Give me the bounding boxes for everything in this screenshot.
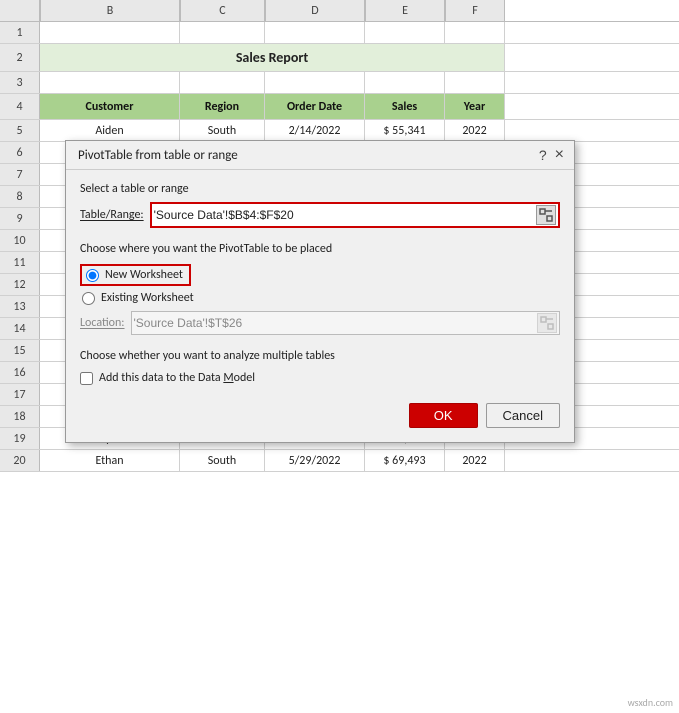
cell-1e: [365, 22, 445, 43]
cell-20c: South: [180, 450, 265, 471]
row-num-3: 3: [0, 72, 40, 93]
row-num-1: 1: [0, 22, 40, 43]
add-data-model-checkbox[interactable]: [80, 372, 93, 385]
cell-20f: 2022: [445, 450, 505, 471]
row-num-17: 17: [0, 384, 40, 405]
placement-label: Choose where you want the PivotTable to …: [80, 242, 560, 256]
header-orderdate: Order Date: [265, 94, 365, 119]
col-header-b: C: [180, 0, 265, 21]
cell-20e: $ 69,493: [365, 450, 445, 471]
row-num-5: 5: [0, 120, 40, 141]
row-3: 3: [0, 72, 679, 94]
row-1: 1: [0, 22, 679, 44]
table-range-label: Table/Range:: [80, 208, 144, 222]
location-input-wrap: [131, 311, 560, 335]
col-header-e: F: [445, 0, 505, 21]
spreadsheet: B C D E F 1 2 Sales Report 3 4 Customer …: [0, 0, 679, 713]
cell-3f: [445, 72, 505, 93]
select-table-label: Select a table or range: [80, 182, 560, 196]
cell-20d: 5/29/2022: [265, 450, 365, 471]
cell-3c: [180, 72, 265, 93]
row-num-16: 16: [0, 362, 40, 383]
cell-3d: [265, 72, 365, 93]
new-worksheet-option[interactable]: New Worksheet: [80, 264, 191, 286]
multiple-tables-label: Choose whether you want to analyze multi…: [80, 349, 560, 363]
col-header-c: D: [265, 0, 365, 21]
range-input[interactable]: [154, 208, 536, 222]
dialog-buttons: OK Cancel: [80, 403, 560, 428]
col-header-d: E: [365, 0, 445, 21]
new-worksheet-radio[interactable]: [86, 269, 99, 282]
row-num-19: 19: [0, 428, 40, 449]
cell-3b: [40, 72, 180, 93]
header-region: Region: [180, 94, 265, 119]
dialog-close-button[interactable]: ×: [555, 147, 564, 163]
cell-3e: [365, 72, 445, 93]
pivot-dialog: PivotTable from table or range ? × Selec…: [65, 140, 575, 443]
row-num-12: 12: [0, 274, 40, 295]
row-num-8: 8: [0, 186, 40, 207]
cell-5f: 2022: [445, 120, 505, 141]
row-2: 2 Sales Report: [0, 44, 679, 72]
dialog-title: PivotTable from table or range: [78, 148, 238, 163]
title-cell: Sales Report: [40, 44, 505, 71]
header-sales: Sales: [365, 94, 445, 119]
header-customer: Customer: [40, 94, 180, 119]
add-data-model-label: Add this data to the Data Model: [99, 371, 255, 385]
row-num-10: 10: [0, 230, 40, 251]
row-num-11: 11: [0, 252, 40, 273]
existing-worksheet-radio[interactable]: [82, 292, 95, 305]
row-num-18: 18: [0, 406, 40, 427]
cell-5c: South: [180, 120, 265, 141]
cell-5b: Aiden: [40, 120, 180, 141]
row-num-6: 6: [0, 142, 40, 163]
cell-20b: Ethan: [40, 450, 180, 471]
location-label: Location:: [80, 316, 125, 330]
cell-5d: 2/14/2022: [265, 120, 365, 141]
row-num-14: 14: [0, 318, 40, 339]
row-num-13: 13: [0, 296, 40, 317]
cell-1b: [40, 22, 180, 43]
existing-worksheet-row: Existing Worksheet: [82, 291, 560, 305]
cell-1c: [180, 22, 265, 43]
dialog-titlebar: PivotTable from table or range ? ×: [66, 141, 574, 170]
dialog-body: Select a table or range Table/Range: Cho…: [66, 170, 574, 442]
ok-button[interactable]: OK: [409, 403, 478, 428]
col-header-a: B: [40, 0, 180, 21]
row-num-20: 20: [0, 450, 40, 471]
range-input-wrap[interactable]: [150, 202, 560, 228]
header-year: Year: [445, 94, 505, 119]
row-num-4: 4: [0, 94, 40, 119]
location-input: [134, 316, 537, 330]
add-data-model-row: Add this data to the Data Model: [80, 371, 560, 385]
location-picker-button: [537, 313, 557, 333]
cancel-button[interactable]: Cancel: [486, 403, 560, 428]
row-4: 4 Customer Region Order Date Sales Year: [0, 94, 679, 120]
watermark: wsxdn.com: [628, 696, 673, 709]
dialog-titlebar-actions: ? ×: [539, 147, 564, 163]
new-worksheet-label: New Worksheet: [105, 268, 183, 282]
row-num-2: 2: [0, 44, 40, 71]
corner-cell: [0, 0, 40, 22]
cell-1f: [445, 22, 505, 43]
row-num-7: 7: [0, 164, 40, 185]
table-range-row: Table/Range:: [80, 202, 560, 228]
dialog-help-button[interactable]: ?: [539, 147, 547, 163]
row-20: 20 Ethan South 5/29/2022 $ 69,493 2022: [0, 450, 679, 472]
range-picker-button[interactable]: [536, 205, 556, 225]
cell-1d: [265, 22, 365, 43]
row-num-15: 15: [0, 340, 40, 361]
existing-worksheet-label: Existing Worksheet: [101, 291, 194, 305]
row-5: 5 Aiden South 2/14/2022 $ 55,341 2022: [0, 120, 679, 142]
cell-5e: $ 55,341: [365, 120, 445, 141]
location-row: Location:: [80, 311, 560, 335]
row-num-9: 9: [0, 208, 40, 229]
